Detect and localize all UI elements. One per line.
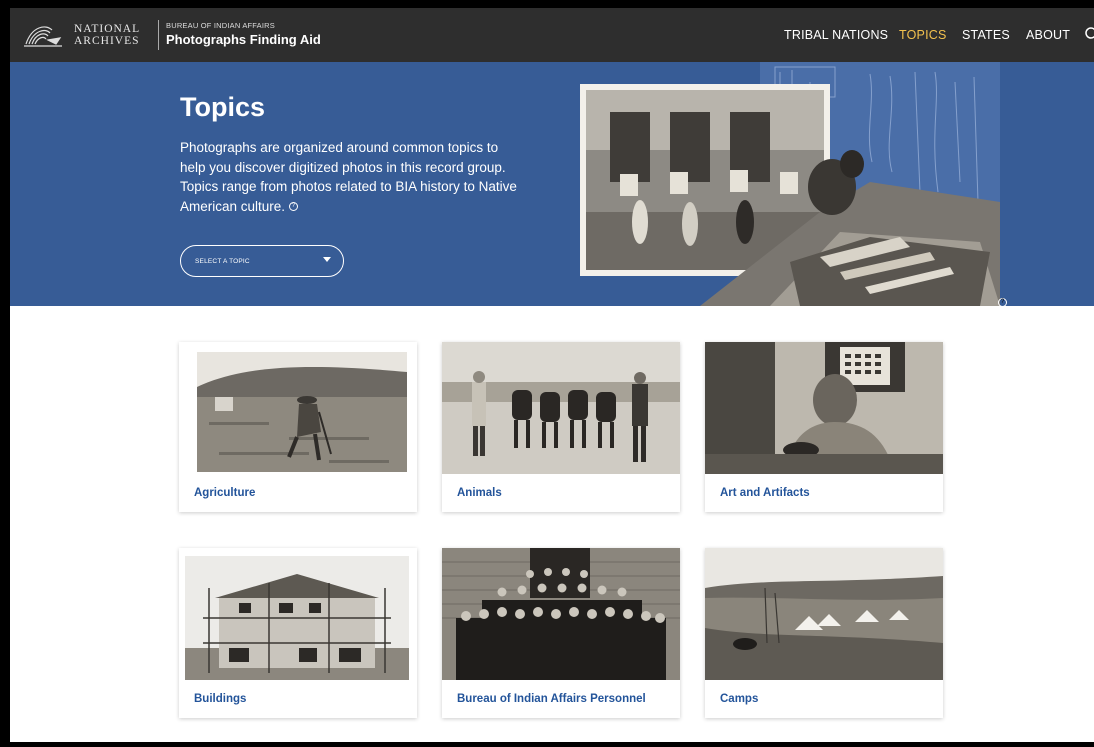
hero-description-text: Photographs are organized around common … — [180, 140, 517, 214]
nav-topics[interactable]: TOPICS — [899, 28, 947, 42]
hero-collage-photo — [580, 62, 1000, 306]
nav-about[interactable]: ABOUT — [1026, 28, 1070, 42]
caret-down-icon — [323, 257, 331, 262]
topic-label: Art and Artifacts — [720, 487, 810, 499]
logo-divider — [158, 20, 159, 50]
agriculture-photo — [179, 342, 417, 474]
topics-hero: Topics Photographs are organized around … — [10, 62, 1094, 306]
topic-label: Bureau of Indian Affairs Personnel — [457, 693, 646, 705]
site-title: Photographs Finding Aid — [166, 32, 321, 47]
national-archives-logo[interactable]: NATIONAL ARCHIVES — [22, 18, 160, 52]
hero-description: Photographs are organized around common … — [180, 138, 518, 216]
topic-label: Animals — [457, 487, 502, 499]
topic-label: Agriculture — [194, 487, 256, 499]
site-subtitle: BUREAU OF INDIAN AFFAIRS — [166, 21, 275, 30]
site-header: NATIONAL ARCHIVES BUREAU OF INDIAN AFFAI… — [10, 8, 1094, 62]
topic-label: Camps — [720, 693, 759, 705]
nav-states[interactable]: STATES — [962, 28, 1010, 42]
photo-info-icon[interactable]: ? — [998, 298, 1007, 306]
page-title: Topics — [180, 92, 266, 122]
art-and-artifacts-photo — [705, 342, 943, 474]
topic-card-animals[interactable]: Animals — [442, 342, 680, 512]
bia-personnel-photo — [442, 548, 680, 680]
logo-line-1: NATIONAL — [74, 23, 141, 35]
topic-card-buildings[interactable]: Buildings — [179, 548, 417, 718]
topic-label: Buildings — [194, 693, 247, 705]
logo-line-2: ARCHIVES — [74, 35, 140, 47]
site-title-block[interactable]: BUREAU OF INDIAN AFFAIRS Photographs Fin… — [166, 21, 321, 47]
eagle-logo-icon — [24, 26, 62, 47]
topic-card-art-and-artifacts[interactable]: Art and Artifacts — [705, 342, 943, 512]
topic-card-bia-personnel[interactable]: Bureau of Indian Affairs Personnel — [442, 548, 680, 718]
search-icon[interactable] — [1084, 26, 1094, 42]
logo-wordmark: NATIONAL ARCHIVES — [74, 23, 140, 47]
topic-card-agriculture[interactable]: Agriculture — [179, 342, 417, 512]
buildings-photo — [179, 548, 417, 680]
nav-tribal-nations[interactable]: TRIBAL NATIONS — [784, 28, 888, 42]
info-icon[interactable]: ? — [288, 202, 298, 212]
browser-viewport: NATIONAL ARCHIVES BUREAU OF INDIAN AFFAI… — [10, 8, 1094, 742]
animals-photo — [442, 342, 680, 474]
topic-card-camps[interactable]: Camps — [705, 548, 943, 718]
select-topic-dropdown[interactable]: SELECT A TOPIC — [180, 245, 344, 277]
camps-photo — [705, 548, 943, 680]
select-topic-label: SELECT A TOPIC — [195, 257, 250, 265]
